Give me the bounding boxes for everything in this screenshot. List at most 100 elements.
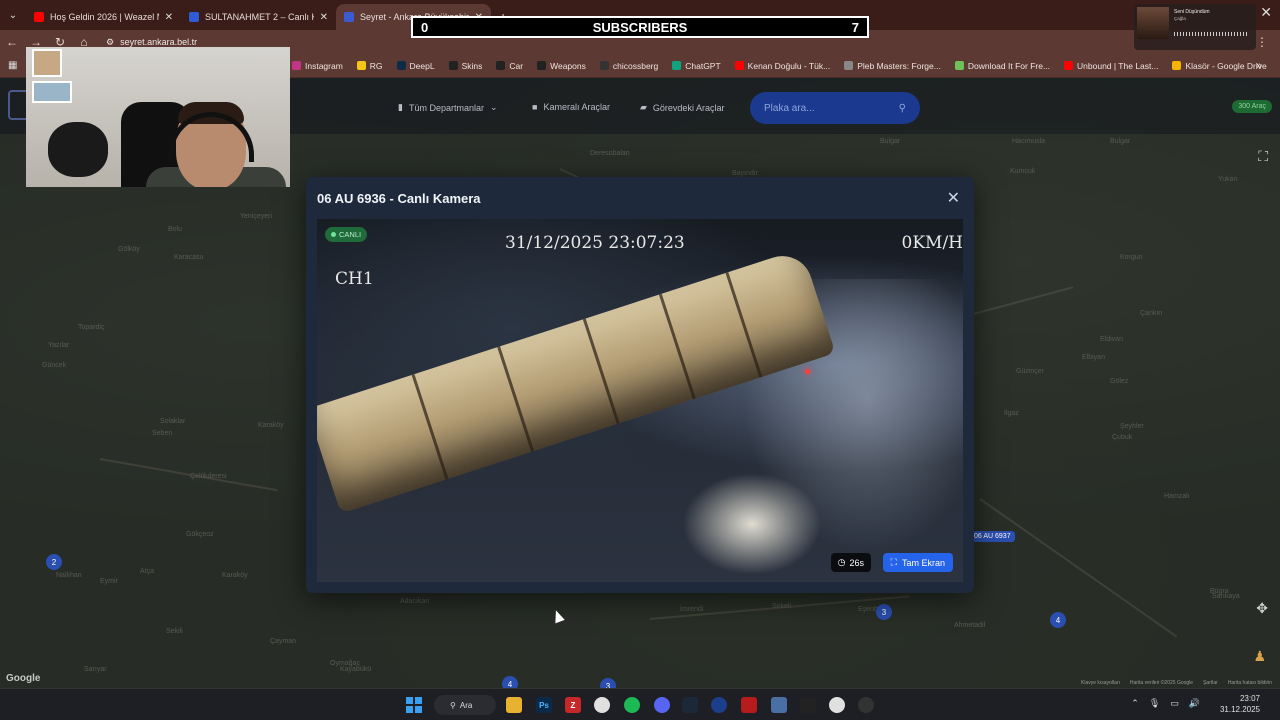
on-duty-label: Görevdeki Araçlar	[652, 102, 725, 113]
site-info-icon[interactable]: ⚙	[106, 37, 114, 48]
waveform	[1174, 32, 1249, 36]
bookmark-item[interactable]: Weapons	[537, 61, 586, 71]
vehicle-plate-label[interactable]: 06 AU 6937	[970, 531, 1015, 542]
truck-icon: ▰	[640, 102, 647, 112]
timer-value: 26s	[849, 557, 864, 568]
webcam-overlay	[26, 47, 290, 187]
wall-photo	[32, 81, 72, 103]
bookmark-item[interactable]: DeepL	[396, 60, 435, 71]
close-tab-icon[interactable]: ✕	[165, 12, 173, 23]
network-icon[interactable]: ▭	[1170, 698, 1179, 709]
chrome-icon[interactable]	[829, 697, 845, 713]
bookmark-item[interactable]: Kenan Doğulu - Tük...	[734, 61, 830, 71]
chrome-icon[interactable]	[594, 697, 610, 713]
map-data-text: Harita verileri ©2025 Google	[1129, 680, 1194, 686]
wall-photo	[32, 49, 62, 77]
warning-light	[805, 369, 810, 374]
tab-1[interactable]: Hoş Geldin 2026 | Weazel Medi... ✕	[26, 4, 181, 30]
discord-icon[interactable]	[654, 697, 670, 713]
epic-games-icon[interactable]	[800, 697, 816, 713]
street-view-pegman-icon[interactable]: ♟	[1253, 648, 1266, 665]
bookmark-item[interactable]: Unbound | The Last...	[1064, 61, 1158, 71]
plate-search-input[interactable]: Plaka ara... ⚲	[750, 92, 920, 124]
plush-toy	[48, 122, 108, 177]
keyboard-shortcuts-link[interactable]: Klavye kısayolları	[1081, 680, 1120, 686]
volume-icon[interactable]: 🔊	[1189, 698, 1200, 709]
terms-link[interactable]: Şartlar	[1203, 680, 1218, 686]
map-fullscreen-icon[interactable]: ⛶	[1258, 148, 1268, 165]
map-pan-icon[interactable]: ✥	[1256, 600, 1268, 617]
steam-icon[interactable]	[682, 697, 698, 713]
bookmark-item[interactable]: chicossberg	[599, 61, 658, 71]
vehicle-count-badge: 300 Araç	[1232, 100, 1272, 113]
on-duty-vehicles-link[interactable]: ▰ Görevdeki Araçlar	[640, 102, 724, 113]
bookmark-label: Instagram	[305, 60, 343, 71]
bookmark-icon	[954, 61, 964, 70]
obs-icon[interactable]	[858, 697, 874, 713]
bookmark-item[interactable]: RG	[356, 61, 383, 71]
spotify-icon[interactable]	[624, 697, 640, 713]
clock[interactable]: 23:07 31.12.2025	[1220, 693, 1260, 715]
close-tab-icon[interactable]: ✕	[320, 12, 328, 23]
vehicle-marker[interactable]: 4	[1050, 612, 1066, 628]
bookmark-item[interactable]: Skins	[448, 61, 482, 71]
back-icon[interactable]: ←	[0, 35, 24, 49]
fullscreen-button[interactable]: ⛶ Tam Ekran	[882, 553, 953, 572]
live-badge: CANLI	[325, 227, 368, 242]
vehicle-marker[interactable]: 3	[876, 604, 892, 620]
chevron-up-icon[interactable]: ⌃	[1131, 698, 1139, 709]
bookmark-icon	[1064, 61, 1074, 70]
departments-dropdown[interactable]: ▮ Tüm Departmanlar ⌄	[398, 102, 498, 113]
bookmark-item[interactable]: Pleb Masters: Forge...	[844, 61, 941, 71]
search-icon[interactable]: ⚲	[899, 103, 906, 114]
report-error-link[interactable]: Harita hatası bildirin	[1228, 680, 1272, 686]
bookmark-item[interactable]: Klasör - Google Drive	[1172, 60, 1267, 71]
vehicle-marker[interactable]: 3	[600, 678, 616, 688]
camera-icon: ■	[532, 102, 538, 112]
url-text: seyret.ankara.bel.tr	[120, 37, 198, 47]
bookmark-icon	[496, 61, 506, 70]
plate-search-placeholder: Plaka ara...	[764, 102, 815, 114]
bookmark-icon	[734, 61, 744, 70]
subs-start: 0	[421, 19, 429, 35]
photoshop-icon[interactable]: Ps	[536, 697, 552, 713]
vehicle-marker[interactable]: 2	[46, 554, 62, 570]
song-title: Seni Düşündüm	[1174, 9, 1210, 15]
google-logo: Google	[6, 673, 41, 684]
clock-icon: ◷	[837, 557, 846, 567]
close-icon[interactable]: ✕	[947, 188, 960, 208]
file-explorer-icon[interactable]	[506, 697, 522, 713]
camera-feed: 31/12/2025 23:07:23 0KM/H CH1 CANLI ◷ 26…	[317, 219, 963, 582]
bookmark-label: Pleb Masters: Forge...	[857, 60, 941, 71]
bookmarks-overflow-icon[interactable]: »	[1256, 60, 1262, 72]
bookmark-item[interactable]: ChatGPT	[672, 61, 721, 71]
osd-channel: CH1	[335, 269, 374, 289]
osd-speed: 0KM/H	[901, 233, 963, 253]
app-icon[interactable]	[711, 697, 727, 713]
headlight-glow	[677, 469, 827, 579]
bookmark-item[interactable]: Car	[496, 61, 523, 71]
apps-grid-icon[interactable]: ▦	[8, 60, 18, 71]
app-icon[interactable]	[741, 697, 757, 713]
taskbar-search-label: Ara	[459, 700, 473, 710]
live-camera-modal: 06 AU 6936 - Canlı Kamera ✕ 31/12/2025 2…	[306, 177, 974, 593]
bookmark-label: Klasör - Google Drive	[1185, 60, 1267, 71]
bookmark-label: Car	[509, 60, 524, 71]
camera-vehicles-link[interactable]: ■ Kameralı Araçlar	[532, 102, 610, 112]
song-artist: Çağla	[1174, 16, 1186, 21]
windows-start-icon[interactable]	[406, 697, 422, 713]
tab-search-icon[interactable]: ⌄	[0, 0, 26, 30]
window-close-icon[interactable]: ✕	[1260, 4, 1272, 21]
filezilla-icon[interactable]: Z	[565, 697, 581, 713]
vehicle-marker[interactable]: 4	[502, 676, 518, 688]
bookmark-icon	[1172, 61, 1182, 70]
microphone-icon[interactable]: 🎙	[1149, 698, 1160, 709]
taskbar-search[interactable]: ⚲ Ara	[434, 695, 496, 715]
app-icon[interactable]	[771, 697, 787, 713]
bookmark-item[interactable]: Download It For Fre...	[954, 61, 1050, 71]
address-bar[interactable]: ⚙ seyret.ankara.bel.tr	[106, 37, 197, 48]
bookmark-item[interactable]: Instagram	[292, 61, 343, 71]
bookmark-label: DeepL	[409, 60, 435, 71]
tab-2[interactable]: SULTANAHMET 2 – Canlı Kamera... ✕	[181, 4, 336, 30]
bookmark-label: Weapons	[550, 60, 586, 71]
